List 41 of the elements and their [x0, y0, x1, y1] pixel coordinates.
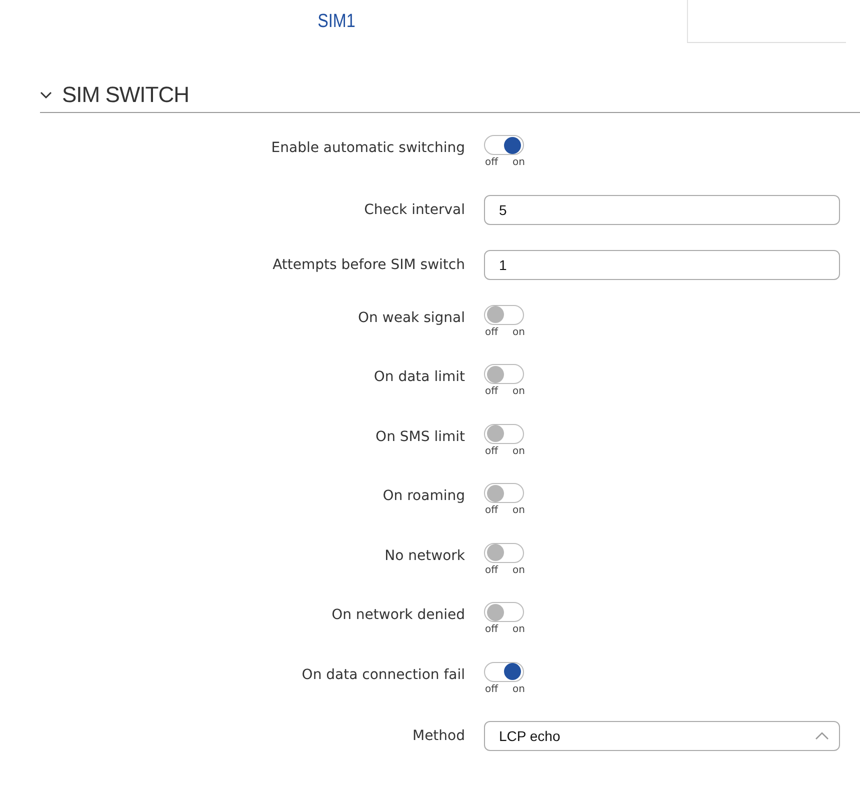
- section-title: SIM SWITCH: [62, 82, 189, 108]
- on-label: on: [512, 564, 525, 576]
- off-label: off: [485, 684, 498, 694]
- field-label: On data connection fail: [300, 666, 465, 682]
- off-label: off: [485, 157, 498, 168]
- field-label: On network denied: [330, 606, 465, 622]
- on-label: on: [512, 505, 525, 516]
- off-label: off: [485, 505, 498, 516]
- on-label: on: [512, 446, 525, 456]
- field-label: Attempts before SIM switch: [272, 256, 465, 272]
- field-label: Method: [411, 727, 465, 743]
- toggle-switch[interactable]: [484, 602, 524, 622]
- off-label: off: [485, 564, 498, 576]
- toggle-switch[interactable]: [484, 542, 524, 562]
- on-label: on: [512, 386, 525, 397]
- on-label: on: [512, 326, 525, 338]
- off-label: off: [485, 446, 498, 456]
- off-label: off: [485, 624, 498, 635]
- input-field[interactable]: 5: [484, 194, 840, 224]
- field-label: Check interval: [363, 200, 465, 216]
- field-label: On weak signal: [357, 308, 465, 324]
- toggle-switch[interactable]: [484, 304, 524, 324]
- toggle-switch[interactable]: [484, 135, 524, 155]
- toggle-switch[interactable]: [484, 424, 524, 444]
- field-label: No network: [384, 546, 465, 562]
- toggle-switch[interactable]: [484, 483, 524, 503]
- off-label: off: [485, 326, 498, 338]
- input-field[interactable]: 1: [484, 250, 840, 280]
- field-label: On data limit: [372, 368, 465, 384]
- on-label: on: [512, 157, 525, 168]
- method-dropdown[interactable]: LCP echo: [484, 721, 840, 751]
- field-label: On roaming: [382, 487, 465, 503]
- toggle-switch[interactable]: [484, 662, 524, 682]
- tab[interactable]: [687, 0, 846, 43]
- off-label: off: [485, 386, 498, 397]
- field-label: Enable automatic switching: [270, 139, 465, 155]
- toggle-switch[interactable]: [484, 364, 524, 384]
- section-header[interactable]: SIM SWITCH: [40, 77, 860, 113]
- on-label: on: [512, 624, 525, 635]
- on-label: on: [512, 684, 525, 694]
- field-label: On SMS limit: [374, 428, 465, 444]
